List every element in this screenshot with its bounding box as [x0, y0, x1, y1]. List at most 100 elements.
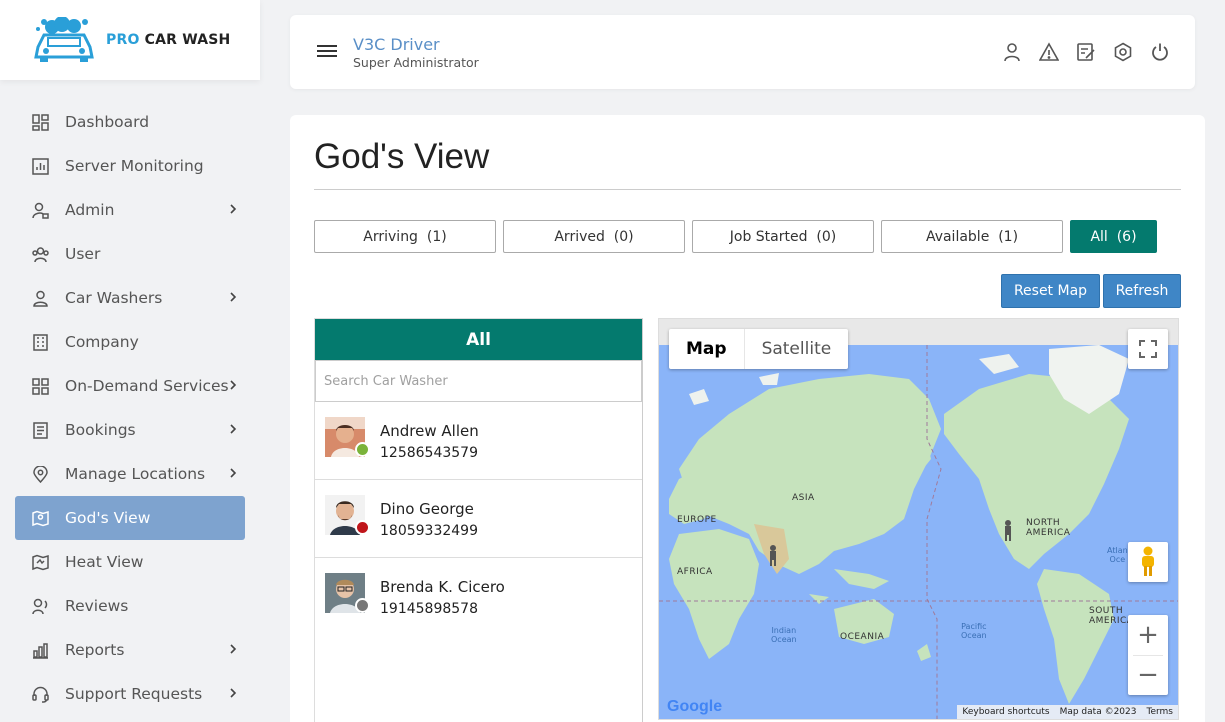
chevron-right-icon	[227, 291, 239, 303]
power-icon[interactable]	[1149, 41, 1171, 63]
building-icon	[31, 333, 49, 351]
map-data-text: Map data ©2023	[1059, 707, 1137, 717]
sidebar-item-manage-locations[interactable]: Manage Locations	[15, 452, 245, 496]
filter-count: (1)	[426, 228, 447, 245]
sidebar-item-support-requests[interactable]: Support Requests	[15, 672, 245, 716]
label-south: SOUTH	[1089, 606, 1124, 616]
label-north-america: NORTH AMERICA	[1026, 518, 1070, 538]
alert-icon[interactable]	[1038, 41, 1060, 63]
sidebar-item-label: Support Requests	[65, 685, 203, 703]
filter-arriving[interactable]: Arriving (1)	[314, 220, 496, 253]
label-indian: Indian	[771, 626, 797, 635]
filter-arrived[interactable]: Arrived (0)	[503, 220, 685, 253]
gods-view-panel: God's View Arriving (1) Arrived (0) Job …	[290, 115, 1205, 722]
filter-job-started[interactable]: Job Started (0)	[692, 220, 874, 253]
keyboard-shortcuts-link[interactable]: Keyboard shortcuts	[957, 705, 1054, 719]
sidebar-item-label: Server Monitoring	[65, 157, 204, 175]
headset-icon	[31, 685, 49, 703]
top-header: V3C Driver Super Administrator	[290, 15, 1195, 89]
sidebar-item-label: Heat View	[65, 553, 144, 571]
map-attribution: Keyboard shortcuts Map data ©2023 Terms	[957, 705, 1178, 719]
zoom-out-button[interactable]: −	[1128, 655, 1168, 695]
brand-logo[interactable]: PRO CAR WASH	[0, 0, 260, 80]
label-north: NORTH	[1026, 518, 1061, 528]
sidebar-item-reviews[interactable]: Reviews	[15, 584, 245, 628]
label-europe: EUROPE	[677, 515, 717, 525]
reset-map-button[interactable]: Reset Map	[1001, 274, 1100, 308]
map-type-map-button[interactable]: Map	[669, 329, 745, 369]
page-title: God's View	[314, 137, 490, 176]
dashboard-icon	[31, 113, 49, 131]
chevron-right-icon	[227, 423, 239, 435]
sidebar-item-user[interactable]: User	[15, 232, 245, 276]
filter-available[interactable]: Available (1)	[881, 220, 1063, 253]
sidebar-item-bookings[interactable]: Bookings	[15, 408, 245, 452]
sidebar-item-label: Manage Locations	[65, 465, 206, 483]
car-washer-list: All Andrew Allen 12586543579 Dino George…	[314, 318, 643, 722]
driver-name: Andrew Allen	[380, 422, 479, 440]
chevron-right-icon	[227, 203, 239, 215]
zoom-control: + −	[1128, 615, 1168, 695]
sidebar-item-server-monitoring[interactable]: Server Monitoring	[15, 144, 245, 188]
label-ocean: Ocean	[961, 631, 987, 640]
filter-label: All	[1090, 228, 1108, 245]
street-view-pegman[interactable]	[1128, 542, 1168, 582]
label-asia: ASIA	[792, 493, 815, 503]
profile-icon[interactable]	[1001, 41, 1023, 63]
settings-icon[interactable]	[1112, 41, 1134, 63]
edit-icon[interactable]	[1075, 41, 1097, 63]
map-type-satellite-button[interactable]: Satellite	[745, 329, 849, 369]
refresh-button[interactable]: Refresh	[1103, 274, 1181, 308]
sidebar-item-label: User	[65, 245, 101, 263]
sidebar-item-label: Car Washers	[65, 289, 163, 307]
filter-count: (6)	[1116, 228, 1137, 245]
zoom-in-button[interactable]: +	[1128, 615, 1168, 655]
driver-row[interactable]: Andrew Allen 12586543579	[315, 402, 642, 480]
sidebar-item-label: Company	[65, 333, 139, 351]
filter-count: (0)	[613, 228, 634, 245]
driver-row[interactable]: Brenda K. Cicero 19145898578	[315, 558, 642, 636]
sidebar-item-admin[interactable]: Admin	[15, 188, 245, 232]
document-icon	[31, 421, 49, 439]
sidebar-item-dashboard[interactable]: Dashboard	[15, 100, 245, 144]
heat-map-icon	[31, 553, 49, 571]
sidebar-nav: Dashboard Server Monitoring Admin User Car W…	[15, 100, 245, 716]
sidebar-item-on-demand-services[interactable]: On-Demand Services	[15, 364, 245, 408]
label-south-america: SOUTH AMERICA	[1089, 606, 1133, 626]
menu-toggle-icon[interactable]	[317, 44, 337, 58]
driver-phone: 18059332499	[380, 523, 478, 539]
status-dot	[355, 520, 370, 535]
world-map[interactable]: ASIA EUROPE AFRICA OCEANIA NORTH AMERICA …	[658, 318, 1179, 720]
search-car-washer-input[interactable]	[315, 360, 642, 402]
location-icon	[31, 465, 49, 483]
person-icon	[31, 289, 49, 307]
label-ocean: Oce	[1109, 555, 1126, 564]
filter-label: Arriving	[363, 228, 418, 245]
driver-name: Dino George	[380, 500, 474, 518]
chart-icon	[31, 157, 49, 175]
google-logo[interactable]: Google	[667, 698, 722, 716]
label-atlantic-ocean: Atlan Oce	[1107, 546, 1128, 564]
sidebar-item-heat-view[interactable]: Heat View	[15, 540, 245, 584]
filter-label: Arrived	[554, 228, 605, 245]
sidebar-item-reports[interactable]: Reports	[15, 628, 245, 672]
filter-all[interactable]: All (6)	[1070, 220, 1157, 253]
label-oceania: OCEANIA	[840, 632, 885, 642]
sidebar-item-label: Reviews	[65, 597, 129, 615]
terms-link[interactable]: Terms	[1141, 705, 1178, 719]
fullscreen-icon	[1139, 340, 1157, 358]
label-america: AMERICA	[1026, 528, 1071, 538]
admin-icon	[31, 201, 49, 219]
brand-rest: CAR WASH	[144, 32, 231, 48]
user-role: Super Administrator	[353, 55, 479, 70]
fullscreen-button[interactable]	[1128, 329, 1168, 369]
sidebar-item-god-s-view[interactable]: God's View	[15, 496, 245, 540]
driver-row[interactable]: Dino George 18059332499	[315, 480, 642, 558]
status-dot	[355, 598, 370, 613]
label-africa: AFRICA	[677, 567, 713, 577]
title-divider	[314, 189, 1181, 190]
filter-count: (1)	[998, 228, 1019, 245]
sidebar-item-car-washers[interactable]: Car Washers	[15, 276, 245, 320]
sidebar-item-company[interactable]: Company	[15, 320, 245, 364]
brand-name: PRO CAR WASH	[106, 32, 230, 48]
